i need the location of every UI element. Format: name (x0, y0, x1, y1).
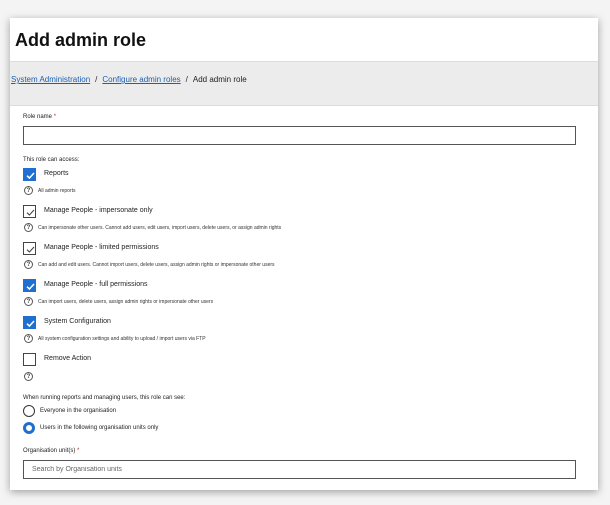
manage-people-impersonate-checkbox[interactable] (23, 205, 36, 218)
org-units-only-radio-label: Users in the following organisation unit… (40, 425, 159, 431)
org-units-label: Organisation unit(s) * (23, 448, 79, 454)
org-units-only-radio[interactable] (23, 422, 35, 434)
reports-help-text: All admin reports (38, 188, 76, 194)
help-icon: ? (24, 297, 33, 306)
manage-people-impersonate-help-text: Can impersonate other users. Cannot add … (38, 225, 282, 231)
manage-people-limited-help-text: Can add and edit users. Cannot import us… (38, 262, 275, 268)
everyone-radio[interactable] (23, 405, 35, 417)
manage-people-full-checkbox[interactable] (23, 279, 36, 292)
help-icon: ? (24, 260, 33, 269)
breadcrumb-configure-admin-roles[interactable]: Configure admin roles (102, 75, 180, 84)
org-units-search-input[interactable] (23, 460, 576, 479)
help-icon: ? (24, 223, 33, 232)
breadcrumb-system-administration[interactable]: System Administration (11, 75, 90, 84)
org-units-label-text: Organisation unit(s) (23, 448, 76, 454)
required-marker: * (77, 448, 80, 454)
role-name-label-text: Role name (23, 114, 53, 120)
breadcrumb-separator: / (95, 75, 98, 84)
reports-label: Reports (44, 170, 69, 177)
remove-action-checkbox[interactable] (23, 353, 36, 366)
system-configuration-help-text: All system configuration settings and ab… (38, 336, 206, 342)
manage-people-full-label: Manage People - full permissions (44, 281, 148, 288)
breadcrumb-separator: / (185, 75, 188, 84)
required-marker: * (53, 114, 57, 120)
help-icon: ? (24, 334, 33, 343)
manage-people-impersonate-label: Manage People - impersonate only (44, 207, 153, 214)
help-icon: ? (24, 372, 33, 381)
access-heading: This role can access: (23, 157, 80, 163)
remove-action-label: Remove Action (44, 355, 92, 362)
reports-checkbox[interactable] (23, 168, 36, 181)
visibility-heading: When running reports and managing users,… (23, 395, 186, 401)
manage-people-limited-checkbox[interactable] (23, 242, 36, 255)
role-name-label: Role name * (23, 114, 56, 120)
admin-role-panel: Add admin role System Administration / Con… (10, 18, 598, 490)
manage-people-full-help-text: Can import users, delete users, assign a… (38, 299, 214, 305)
manage-people-limited-label: Manage People - limited permissions (44, 244, 159, 251)
breadcrumb: System Administration / Configure admin ro… (11, 75, 247, 84)
role-name-input[interactable] (23, 126, 576, 145)
help-icon: ? (24, 186, 33, 195)
page-title: Add admin role (15, 30, 147, 50)
everyone-radio-label: Everyone in the organisation (40, 408, 117, 414)
system-configuration-checkbox[interactable] (23, 316, 36, 329)
system-configuration-label: System Configuration (44, 318, 111, 325)
breadcrumb-current: Add admin role (192, 75, 247, 84)
